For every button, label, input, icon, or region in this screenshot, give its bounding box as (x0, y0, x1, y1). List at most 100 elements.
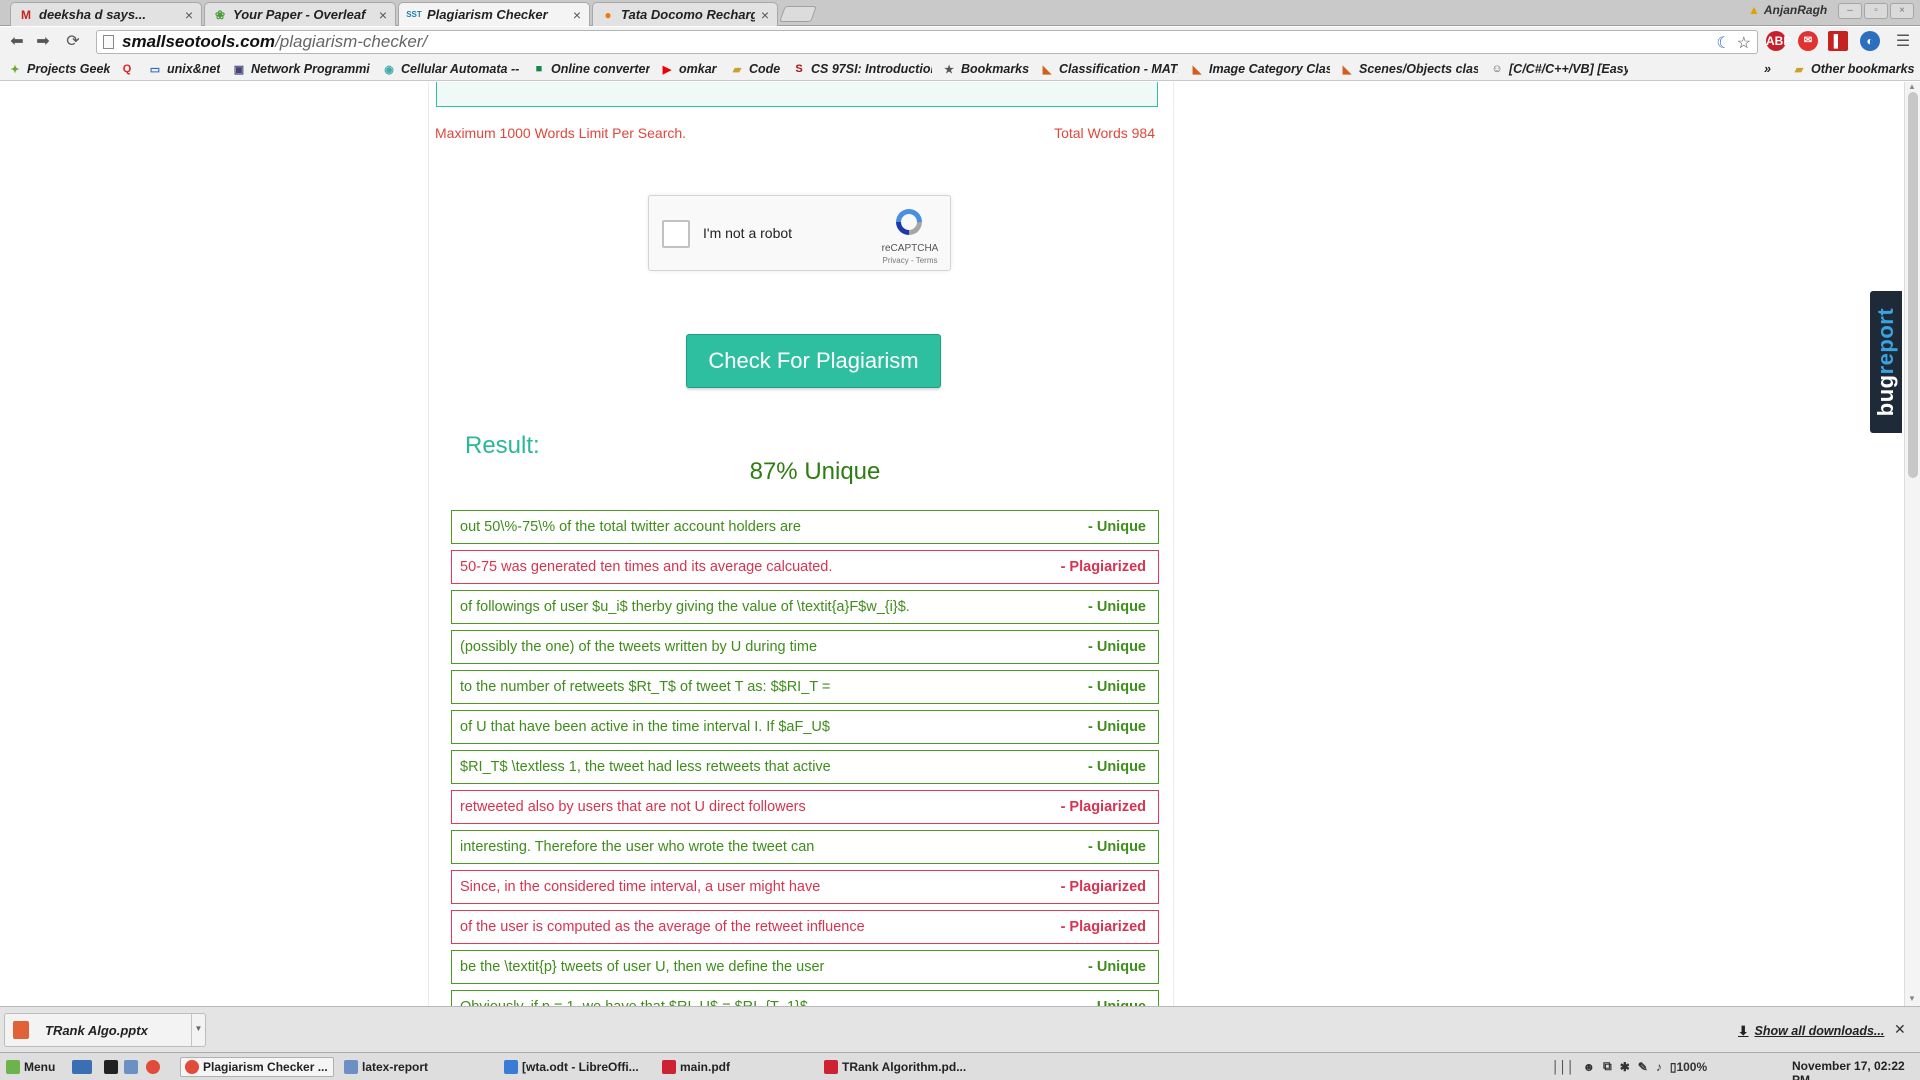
bookmark-item[interactable]: ★ Bookmarks (942, 60, 1029, 78)
clock[interactable]: November 17, 02:22 PM (1792, 1059, 1920, 1080)
scrollbar-thumb[interactable] (1908, 92, 1918, 478)
bookmark-item[interactable]: ☺ [C/C#/C++/VB] [Easy] (1490, 60, 1628, 78)
show-all-downloads-link[interactable]: ⬇ Show all downloads... (1738, 1023, 1884, 1039)
recaptcha-terms-link[interactable]: Privacy - Terms (875, 256, 945, 265)
bookmark-icon: ✦ (10, 63, 20, 76)
bugreport-widget[interactable]: bugreport (1870, 291, 1902, 433)
quora-icon: Q (122, 63, 132, 75)
tab-title: Plagiarism Checker (427, 7, 548, 22)
bookmark-item[interactable]: ◣ Scenes/Objects class (1340, 60, 1478, 78)
taskbar-item-main-pdf[interactable]: main.pdf (662, 1057, 812, 1077)
overleaf-icon: ❀ (214, 7, 226, 22)
profile-badge[interactable]: ▲ AnjanRagh (1748, 3, 1827, 17)
address-bar[interactable]: smallseotools.com /plagiarism-checker/ ☾… (96, 30, 1758, 54)
result-text: of U that have been active in the time i… (460, 719, 830, 735)
bluetooth-icon[interactable]: ✱ (1620, 1060, 1630, 1074)
mint-menu-icon (6, 1060, 20, 1074)
text-input-area[interactable] (436, 82, 1158, 107)
moon-icon[interactable]: ☾ (1716, 33, 1730, 53)
bookmark-folder[interactable]: ▰ Code (730, 60, 780, 78)
files-launcher[interactable] (124, 1057, 142, 1077)
url-host: smallseotools.com (122, 32, 276, 51)
unique-status: - Unique (1088, 679, 1146, 695)
result-row: be the \textit{p} tweets of user U, then… (451, 950, 1159, 984)
download-item[interactable]: TRank Algo.pptx ▼ (4, 1013, 206, 1047)
scroll-down-icon[interactable]: ▼ (1908, 994, 1916, 1003)
terminal-launcher[interactable] (104, 1057, 122, 1077)
bookmarks-overflow-button[interactable]: » (1764, 60, 1771, 78)
new-tab-button[interactable] (779, 6, 817, 22)
chevron-down-icon[interactable]: ▼ (191, 1014, 205, 1046)
network-icon[interactable]: ✎ (1638, 1060, 1648, 1074)
star-icon[interactable]: ☆ (1737, 33, 1751, 53)
adblock-icon[interactable]: ABP (1766, 31, 1791, 51)
taskbar-item-plagiarism-checker[interactable]: Plagiarism Checker ... (180, 1057, 334, 1077)
close-icon[interactable]: × (185, 7, 193, 23)
forward-arrow-icon[interactable]: ➡ (32, 31, 54, 53)
close-icon[interactable]: ✕ (1894, 1021, 1906, 1038)
unique-status: - Unique (1088, 719, 1146, 735)
result-text: Since, in the considered time interval, … (460, 879, 821, 895)
battery-icon[interactable]: ▯100% (1670, 1060, 1707, 1074)
show-desktop-launcher[interactable] (72, 1057, 96, 1077)
start-menu-button[interactable]: Menu (6, 1057, 55, 1077)
bookmark-item[interactable]: S CS 97SI: Introductior (792, 60, 932, 78)
bookmark-item[interactable]: ▶ omkar (660, 60, 717, 78)
result-row: to the number of retweets $Rt_T$ of twee… (451, 670, 1159, 704)
bookmark-item[interactable]: ■ Online converter (532, 60, 651, 78)
bookmark-item[interactable]: ✦ Projects Geek (8, 60, 110, 78)
unique-status: - Unique (1088, 959, 1146, 975)
mail-checker-icon[interactable]: ✉ (1798, 31, 1818, 51)
menu-icon[interactable]: ☰ (1892, 31, 1914, 53)
folder-icon: ▰ (1794, 63, 1804, 76)
close-window-button[interactable]: × (1890, 3, 1914, 19)
bookmark-icon: ☺ (1491, 63, 1503, 75)
close-icon[interactable]: × (761, 7, 769, 23)
tab-overleaf[interactable]: ❀ Your Paper - Overleaf × (204, 2, 396, 26)
page-icon (103, 35, 114, 49)
tab-docomo[interactable]: ● Tata Docomo Recharge- × (592, 2, 778, 26)
check-plagiarism-button[interactable]: Check For Plagiarism (686, 334, 941, 388)
page-scrollbar[interactable]: ▲ ▼ (1904, 82, 1920, 1006)
bookmark-item[interactable]: ◣ Classification - MATL (1040, 60, 1178, 78)
close-icon[interactable]: × (573, 7, 581, 23)
unique-status: - Unique (1088, 599, 1146, 615)
bookmark-icon: ■ (535, 63, 543, 75)
tab-gmail[interactable]: M deeksha d says... × (10, 2, 202, 26)
reload-icon[interactable]: ⟳ (62, 31, 84, 53)
bookmark-extension-icon[interactable]: ▌ (1828, 31, 1848, 51)
bookmark-item[interactable]: Q (120, 60, 139, 78)
scroll-up-icon[interactable]: ▲ (1908, 82, 1916, 91)
minimize-button[interactable]: – (1838, 3, 1862, 19)
url-path: /plagiarism-checker/ (275, 32, 428, 51)
maximize-button[interactable]: ▫ (1864, 3, 1888, 19)
tab-strip: M deeksha d says... × ❀ Your Paper - Ove… (0, 0, 1920, 26)
other-bookmarks-folder[interactable]: ▰ Other bookmarks (1792, 60, 1915, 78)
result-text: of the user is computed as the average o… (460, 919, 865, 935)
unique-percentage: 87% Unique (749, 458, 881, 485)
sst-icon: SST (406, 10, 422, 19)
taskbar-item-libreoffice[interactable]: [wta.odt - LibreOffi... (504, 1057, 654, 1077)
taskbar-item-trank-pdf[interactable]: TRank Algorithm.pd... (824, 1057, 984, 1077)
download-shelf: TRank Algo.pptx ▼ ⬇ Show all downloads..… (0, 1006, 1920, 1052)
user-icon[interactable]: ☻ (1583, 1060, 1596, 1074)
tab-plagiarism-checker[interactable]: SST Plagiarism Checker × (398, 2, 590, 26)
recaptcha-logo-icon (896, 209, 922, 235)
bookmark-item[interactable]: ▭ unix&net (148, 60, 221, 78)
chrome-icon (185, 1060, 199, 1074)
close-icon[interactable]: × (379, 7, 387, 23)
result-text: out 50\%-75\% of the total twitter accou… (460, 519, 801, 535)
chrome-launcher[interactable] (146, 1057, 164, 1077)
globe-extension-icon[interactable]: ◐ (1860, 31, 1880, 51)
update-icon[interactable]: ⧉ (1603, 1059, 1612, 1074)
bookmark-item[interactable]: ▣ Network Programmi (232, 60, 372, 78)
recaptcha-checkbox[interactable] (662, 220, 690, 248)
download-arrow-icon: ⬇ (1738, 1024, 1749, 1038)
workspace-icon[interactable]: │││ (1552, 1060, 1575, 1074)
bookmark-item[interactable]: ◉ Cellular Automata -- (382, 60, 520, 78)
back-arrow-icon[interactable]: ⬅ (6, 31, 28, 53)
result-row: retweeted also by users that are not U d… (451, 790, 1159, 824)
volume-icon[interactable]: ♪ (1656, 1060, 1662, 1074)
bookmark-item[interactable]: ◣ Image Category Clas (1190, 60, 1330, 78)
taskbar-item-latex-report[interactable]: latex-report (344, 1057, 494, 1077)
